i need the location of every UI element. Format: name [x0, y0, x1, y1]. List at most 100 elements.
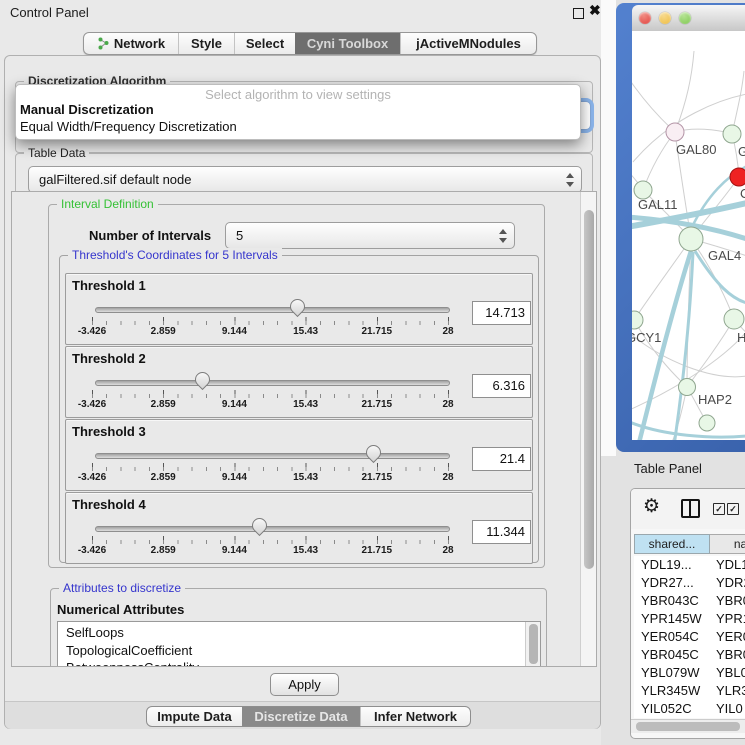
tab-network-label: Network: [114, 36, 165, 51]
node-partial[interactable]: [699, 415, 715, 431]
threshold-2-label: Threshold 2: [72, 351, 146, 366]
thresholds-group: Threshold's Coordinates for 5 Intervals …: [59, 255, 539, 563]
zoom-traffic-light-icon[interactable]: [679, 12, 691, 24]
axis-tick-label: 28: [442, 472, 453, 483]
node-hap2[interactable]: [679, 379, 696, 396]
tab-cyni-toolbox-label: Cyni Toolbox: [307, 36, 388, 51]
table-toolbar: ⚙ ✓ ✓: [631, 489, 745, 529]
slider-minor-ticks: [92, 321, 450, 325]
node-label: HAP2: [698, 392, 732, 407]
columns-icon[interactable]: [681, 499, 700, 518]
table-row[interactable]: YPR145WYPR1: [634, 610, 745, 628]
number-of-intervals-value: 5: [236, 223, 243, 248]
axis-tick-label: -3.426: [78, 399, 106, 410]
node-label: G: [738, 144, 745, 159]
cyni-panel: Discretization Algorithm Select algorith…: [4, 55, 601, 729]
close-icon[interactable]: ✖: [589, 2, 601, 19]
threshold-2-slider-thumb[interactable]: [192, 369, 213, 390]
threshold-2-slider[interactable]: [95, 380, 450, 386]
threshold-1-slider-thumb[interactable]: [287, 296, 308, 317]
dropdown-option-manual[interactable]: Manual Discretization: [20, 102, 154, 117]
threshold-4-value-field[interactable]: 11.344: [472, 520, 531, 544]
list-scrollbar-thumb[interactable]: [529, 624, 538, 664]
dropdown-placeholder-option[interactable]: Select algorithm to view settings: [16, 87, 580, 102]
number-of-intervals-label: Number of Intervals: [89, 228, 211, 243]
tab-style[interactable]: Style: [178, 33, 234, 54]
settings-scrollbar[interactable]: [580, 192, 596, 666]
numerical-attributes-list[interactable]: SelfLoopsTopologicalCoefficientBetweenne…: [57, 621, 541, 667]
tab-jactivemnodules[interactable]: jActiveMNodules: [400, 33, 536, 54]
threshold-2-value-field[interactable]: 6.316: [472, 374, 531, 398]
threshold-1-panel: Threshold 1 -3.4262.8599.14415.4321.7152…: [65, 273, 533, 345]
node-gcy1[interactable]: [632, 311, 643, 329]
node-g[interactable]: [723, 125, 741, 143]
axis-tick-label: 2.859: [151, 545, 176, 556]
table-row[interactable]: YIL052CYIL0: [634, 700, 745, 718]
numerical-attributes-label: Numerical Attributes: [57, 602, 184, 617]
column-header-shared[interactable]: shared...: [634, 534, 710, 554]
network-icon: [97, 37, 110, 50]
table-data-combobox[interactable]: galFiltered.sif default node: [28, 166, 582, 193]
tab-select[interactable]: Select: [234, 33, 295, 54]
network-window-titlebar[interactable]: [632, 5, 745, 32]
axis-tick-label: 9.144: [222, 472, 247, 483]
table-row[interactable]: YER054CYER0: [634, 628, 745, 646]
table-row[interactable]: YDR27...YDR2: [634, 574, 745, 592]
axis-tick-label: 15.43: [293, 399, 318, 410]
checkbox-icon[interactable]: ✓: [713, 503, 725, 515]
threshold-1-label: Threshold 1: [72, 278, 146, 293]
table-hscrollbar[interactable]: [631, 719, 745, 733]
gear-icon[interactable]: ⚙: [643, 495, 660, 518]
list-scrollbar[interactable]: [525, 622, 540, 667]
close-traffic-light-icon[interactable]: [639, 12, 651, 24]
threshold-4-slider[interactable]: [95, 526, 450, 532]
table-panel-title: Table Panel: [634, 461, 702, 476]
attribute-list-item[interactable]: BetweennessCentrality: [58, 659, 540, 667]
attribute-list-item[interactable]: TopologicalCoefficient: [58, 642, 540, 660]
table-data-group-title: Table Data: [24, 146, 89, 160]
tab-infer-network[interactable]: Infer Network: [360, 707, 470, 726]
table-rows: YDL19...YDL1YDR27...YDR2YBR043CYBR0YPR14…: [634, 556, 745, 718]
table-row[interactable]: YLR345WYLR3: [634, 682, 745, 700]
tab-discretize-data[interactable]: Discretize Data: [242, 707, 360, 726]
threshold-1-value-field[interactable]: 14.713: [472, 301, 531, 325]
settings-scrollpane: Interval Definition Number of Intervals …: [11, 191, 597, 667]
axis-tick-label: 28: [442, 545, 453, 556]
axis-tick-label: 9.144: [222, 399, 247, 410]
axis-tick-label: 15.43: [293, 472, 318, 483]
table-row[interactable]: YBL079WYBL0: [634, 664, 745, 682]
axis-tick-label: 28: [442, 399, 453, 410]
threshold-1-slider[interactable]: [95, 307, 450, 313]
threshold-3-slider[interactable]: [95, 453, 450, 459]
node-h[interactable]: [724, 309, 744, 329]
apply-button[interactable]: Apply: [270, 673, 339, 696]
column-header-name[interactable]: na: [710, 534, 745, 554]
dropdown-option-equal-width[interactable]: Equal Width/Frequency Discretization: [20, 119, 237, 134]
network-canvas[interactable]: GAL80 G C GAL11 GAL4 GCY1 H HAP2: [632, 31, 745, 440]
number-of-intervals-combobox[interactable]: 5: [225, 222, 515, 249]
tab-impute-data[interactable]: Impute Data: [147, 707, 242, 726]
node-gal80[interactable]: [666, 123, 684, 141]
settings-scrollbar-thumb[interactable]: [584, 210, 594, 569]
threshold-3-label: Threshold 3: [72, 424, 146, 439]
attribute-list-item[interactable]: SelfLoops: [58, 624, 540, 642]
axis-tick-label: 2.859: [151, 472, 176, 483]
node-label: GAL11: [638, 197, 678, 212]
tab-cyni-toolbox[interactable]: Cyni Toolbox: [295, 33, 400, 54]
checkbox-icon[interactable]: ✓: [727, 503, 739, 515]
minimize-traffic-light-icon[interactable]: [659, 12, 671, 24]
float-window-icon[interactable]: [573, 8, 584, 19]
node-gal4[interactable]: [679, 227, 703, 251]
top-tabbar: Network Style Select Cyni Toolbox jActiv…: [83, 32, 537, 55]
slider-minor-ticks: [92, 467, 450, 471]
threshold-4-slider-thumb[interactable]: [249, 515, 270, 536]
table-hscrollbar-thumb[interactable]: [636, 722, 740, 731]
node-label: GAL80: [676, 142, 716, 157]
table-row[interactable]: YDL19...YDL1: [634, 556, 745, 574]
table-row[interactable]: YBR045CYBR0: [634, 646, 745, 664]
threshold-3-slider-thumb[interactable]: [363, 442, 384, 463]
tab-network[interactable]: Network: [84, 33, 178, 54]
table-row[interactable]: YBR043CYBR0: [634, 592, 745, 610]
threshold-3-value-field[interactable]: 21.4: [472, 447, 531, 471]
node-red-selected[interactable]: [730, 168, 745, 186]
